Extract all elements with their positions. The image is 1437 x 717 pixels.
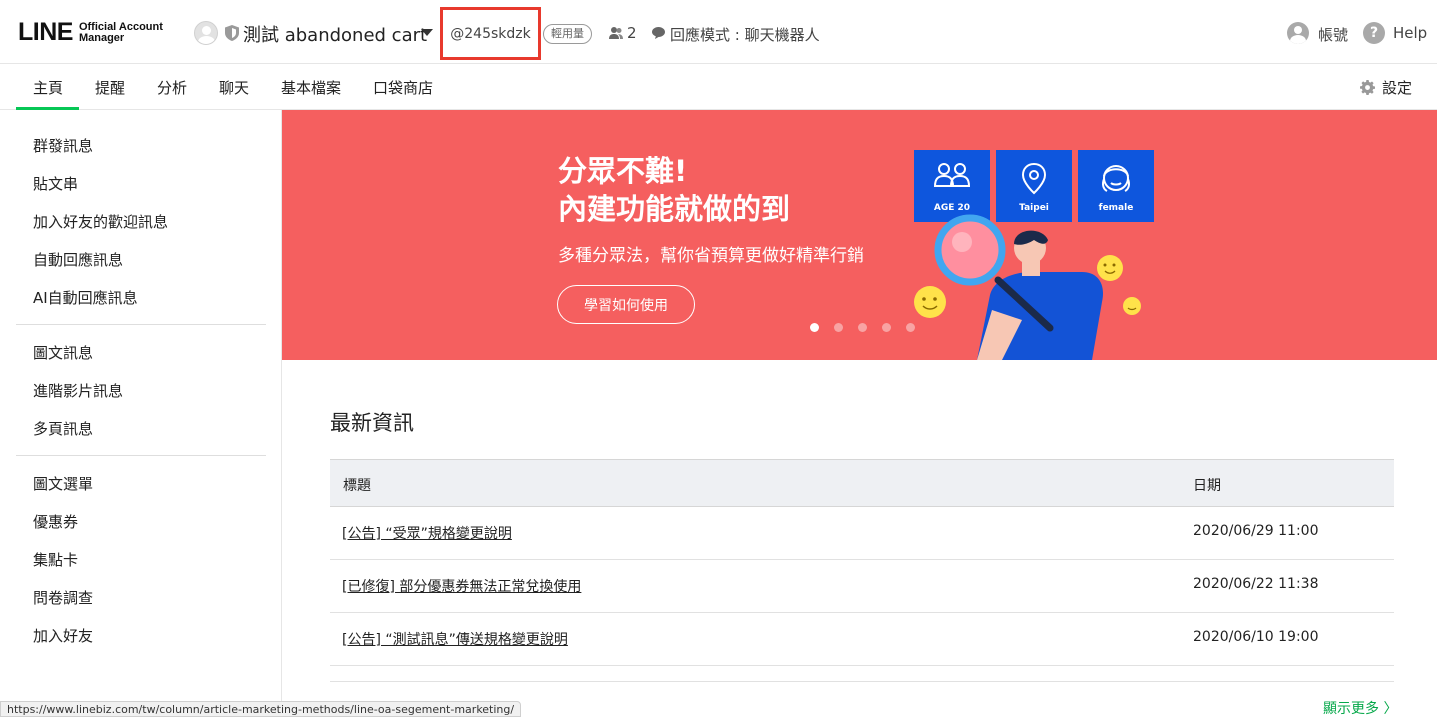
banner-headline-line-1: 分眾不難!	[558, 154, 688, 188]
table-row: [公告] “受眾”規格變更說明 2020/06/29 11:00	[330, 507, 1394, 560]
sidebar-item-add-friends[interactable]: 加入好友	[33, 625, 93, 646]
logo-sub-line-2: Manager	[78, 31, 125, 44]
top-bar: LINE Official Account Manager 測試 abandon…	[0, 0, 1437, 64]
news-date: 2020/06/22 11:38	[1193, 576, 1319, 592]
tab-pocket-shop[interactable]: 口袋商店	[373, 77, 433, 98]
sidebar-item-reward-card[interactable]: 集點卡	[33, 549, 78, 570]
friends-count: 2	[627, 24, 637, 42]
banner-subtitle: 多種分眾法，幫你省預算更做好精準行銷	[558, 246, 864, 266]
chevron-down-icon[interactable]	[421, 29, 433, 36]
browser-status-url: https://www.linebiz.com/tw/column/articl…	[0, 701, 522, 717]
help-link[interactable]: Help	[1393, 24, 1427, 42]
account-avatar-icon[interactable]	[194, 21, 218, 45]
sidebar-item-broadcast[interactable]: 群發訊息	[33, 135, 93, 156]
sidebar-item-rich-menu[interactable]: 圖文選單	[33, 473, 93, 494]
table-row: [公告] “測試訊息”傳送規格變更說明 2020/06/10 19:00	[330, 613, 1394, 666]
table-row: [已修復] 部分優惠券無法正常兌換使用 2020/06/22 11:38	[330, 560, 1394, 613]
news-table-header: 標題 日期	[330, 459, 1394, 507]
column-header-date: 日期	[1193, 478, 1221, 494]
banner-headline-line-2: 內建功能就做的到	[558, 192, 791, 226]
logo-main-text: LINE	[18, 18, 73, 46]
magnifier-illustration	[914, 214, 1141, 360]
sidebar-divider	[16, 324, 266, 325]
user-avatar-icon[interactable]	[1287, 22, 1309, 44]
carousel-dot[interactable]	[906, 323, 915, 332]
people-icon	[933, 163, 971, 187]
sidebar-item-greeting[interactable]: 加入好友的歡迎訊息	[33, 211, 168, 232]
news-link[interactable]: [已修復] 部分優惠券無法正常兌換使用	[342, 576, 581, 596]
carousel-dot[interactable]	[834, 323, 843, 332]
news-section-title: 最新資訊	[330, 411, 414, 435]
chat-bubble-icon	[652, 27, 665, 39]
help-icon[interactable]: ?	[1363, 22, 1385, 44]
shield-icon	[225, 25, 239, 41]
reply-mode-status[interactable]: 回應模式 : 聊天機器人	[670, 24, 820, 45]
tab-analytics[interactable]: 分析	[157, 77, 187, 98]
tab-profile[interactable]: 基本檔案	[281, 77, 341, 98]
sidebar-item-rich-video[interactable]: 進階影片訊息	[33, 380, 123, 401]
main-nav: 主頁 提醒 分析 聊天 基本檔案 口袋商店 設定	[0, 64, 1437, 110]
map-pin-icon	[1021, 162, 1047, 195]
table-row-partial	[330, 666, 1394, 682]
female-face-icon	[1102, 165, 1130, 192]
sidebar-divider	[16, 455, 266, 456]
tab-reminders[interactable]: 提醒	[95, 77, 125, 98]
sidebar-item-timeline[interactable]: 貼文串	[33, 173, 78, 194]
carousel-dot[interactable]	[810, 323, 819, 332]
sidebar-item-rich-message[interactable]: 圖文訊息	[33, 342, 93, 363]
sidebar-item-survey[interactable]: 問卷調查	[33, 587, 93, 608]
news-date: 2020/06/29 11:00	[1193, 523, 1319, 539]
sidebar-item-ai-auto-reply[interactable]: AI自動回應訊息	[33, 287, 138, 308]
promo-banner[interactable]: 分眾不難! 內建功能就做的到 多種分眾法，幫你省預算更做好精準行銷 學習如何使用…	[282, 110, 1437, 360]
settings-link[interactable]: 設定	[1382, 77, 1412, 98]
friends-icon	[609, 27, 623, 39]
sidebar-item-auto-reply[interactable]: 自動回應訊息	[33, 249, 123, 270]
learn-how-button[interactable]: 學習如何使用	[557, 285, 695, 324]
carousel-dot[interactable]	[882, 323, 891, 332]
carousel-dot[interactable]	[858, 323, 867, 332]
news-date: 2020/06/10 19:00	[1193, 629, 1319, 645]
banner-headline: 分眾不難! 內建功能就做的到	[558, 152, 790, 228]
sidebar-item-card-message[interactable]: 多頁訊息	[33, 418, 93, 439]
news-link[interactable]: [公告] “受眾”規格變更說明	[342, 523, 512, 543]
gear-icon[interactable]	[1360, 80, 1375, 95]
column-header-title: 標題	[343, 478, 371, 494]
account-name[interactable]: 測試 abandoned cart	[243, 21, 427, 47]
show-more-link[interactable]: 顯示更多 〉	[1323, 698, 1397, 717]
tab-home[interactable]: 主頁	[33, 77, 63, 98]
sidebar-item-coupon[interactable]: 優惠券	[33, 511, 78, 532]
plan-badge: 輕用量	[543, 24, 592, 44]
news-link[interactable]: [公告] “測試訊息”傳送規格變更說明	[342, 629, 568, 649]
sidebar: 群發訊息 貼文串 加入好友的歡迎訊息 自動回應訊息 AI自動回應訊息 圖文訊息 …	[0, 110, 282, 717]
line-oa-logo[interactable]: LINE Official Account Manager	[18, 18, 163, 47]
account-id-highlighted[interactable]: @245skdzk	[440, 7, 541, 60]
account-menu-link[interactable]: 帳號	[1318, 24, 1348, 45]
logo-sub-text: Official Account Manager	[78, 21, 163, 44]
tab-chat[interactable]: 聊天	[219, 77, 249, 98]
